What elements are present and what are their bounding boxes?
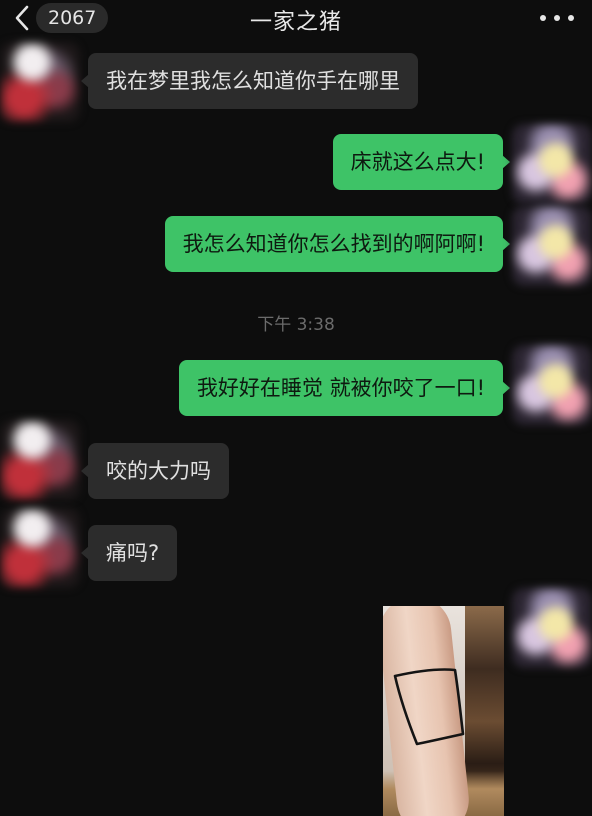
my-avatar[interactable] — [512, 206, 592, 286]
message-bubble-incoming[interactable]: 咬的大力吗 — [81, 443, 229, 499]
contact-avatar[interactable] — [0, 508, 80, 588]
photo-message[interactable] — [383, 606, 504, 816]
chat-header: 2067 一家之猪 — [0, 0, 592, 40]
contact-avatar[interactable] — [0, 42, 80, 122]
contact-avatar[interactable] — [0, 420, 80, 500]
message-bubble-outgoing[interactable]: 我好好在睡觉 就被你咬了一口! — [178, 360, 511, 416]
chat-title: 一家之猪 — [249, 10, 342, 35]
more-dots-icon — [540, 15, 546, 21]
my-avatar[interactable] — [512, 124, 592, 204]
message-bubble-outgoing[interactable]: 我怎么知道你怎么找到的啊阿啊! — [164, 216, 511, 272]
message-timestamp: 下午 3:38 — [257, 315, 335, 335]
more-options-button[interactable] — [540, 6, 574, 30]
my-avatar[interactable] — [512, 345, 592, 425]
message-bubble-incoming[interactable]: 我在梦里我怎么知道你手在哪里 — [81, 53, 418, 109]
drawn-rectangle-annotation — [393, 668, 465, 746]
message-bubble-outgoing[interactable]: 床就这么点大! — [332, 134, 511, 190]
message-bubble-incoming[interactable]: 痛吗? — [80, 525, 178, 581]
my-avatar[interactable] — [512, 588, 592, 668]
